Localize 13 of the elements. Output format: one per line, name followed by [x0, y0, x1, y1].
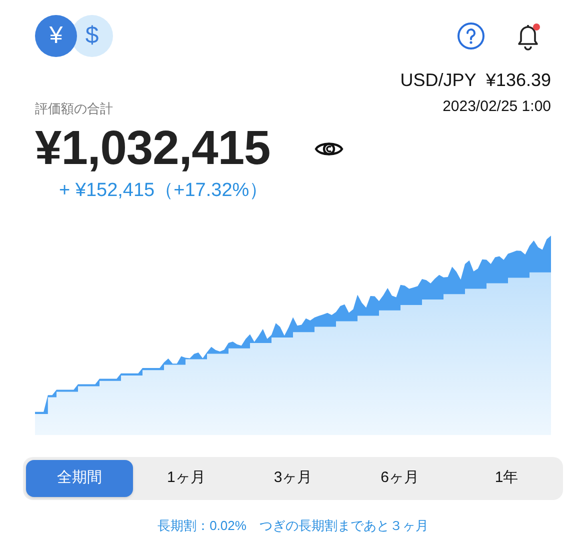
period-tab[interactable]: 1ヶ月 [132, 460, 240, 497]
rate-timestamp: 2023/02/25 1:00 [442, 97, 551, 117]
total-label: 評価額の合計 [35, 100, 113, 118]
help-icon[interactable] [457, 22, 485, 50]
currency-toggle[interactable]: ¥ [35, 15, 77, 57]
discount-note: 長期割：0.02% つぎの長期割まであと３ヶ月 [158, 517, 428, 535]
total-amount: ¥1,032,415 [35, 120, 270, 176]
gain-text: + ¥152,415（+17.32%） [59, 180, 268, 200]
period-tab[interactable]: 6ヶ月 [346, 460, 454, 497]
period-tab[interactable]: 全期間 [26, 460, 133, 497]
exchange-rate: USD/JPY ¥136.39 [400, 69, 551, 92]
period-tab[interactable]: 1年 [453, 460, 560, 497]
period-tab[interactable]: 3ヶ月 [240, 460, 346, 497]
